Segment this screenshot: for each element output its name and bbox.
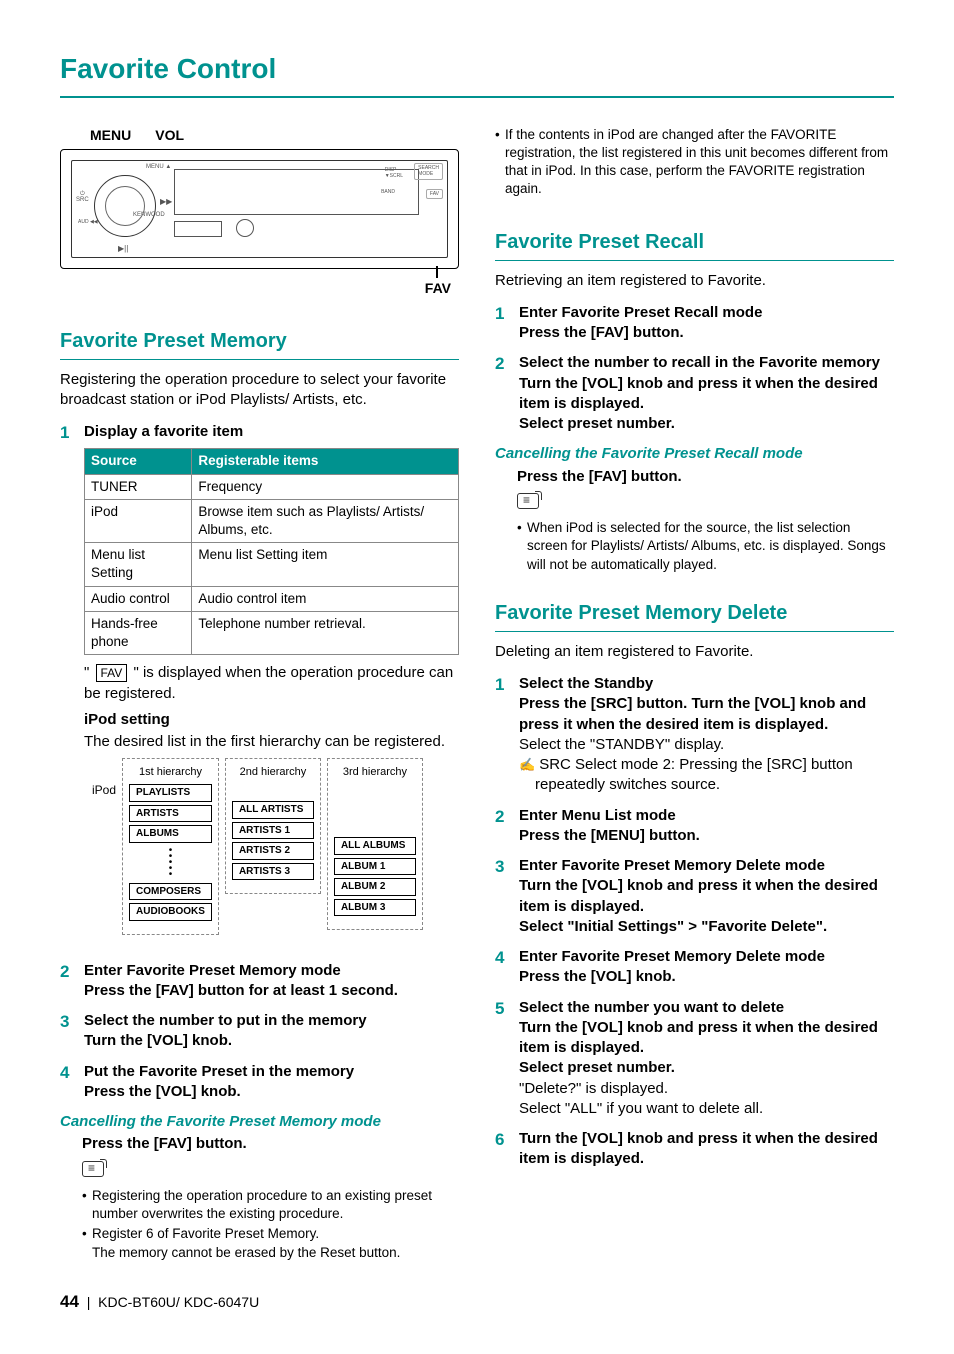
table-header-source: Source <box>85 449 192 474</box>
radio-panel-figure: ⏻SRC MENU ▲ KENWOOD AUD ◀◀ ▶▶ ▶|| SEARCH… <box>60 149 459 269</box>
delete-step-5-note1: "Delete?" is displayed. <box>519 1079 894 1099</box>
cancel-recall-heading: Cancelling the Favorite Preset Recall mo… <box>495 444 894 464</box>
step-2-action: Press the [FAV] button for at least 1 se… <box>84 981 459 1001</box>
page-title: Favorite Control <box>60 50 894 98</box>
ipod-setting-note: The desired list in the first hierarchy … <box>84 732 459 752</box>
delete-step-1-note: Select the "STANDBY" display. <box>519 735 894 755</box>
table-row: Audio controlAudio control item <box>85 586 459 611</box>
delete-step-3-action: Turn the [VOL] knob and press it when th… <box>519 876 894 917</box>
table-header-items: Registerable items <box>192 449 459 474</box>
step-2-title: Enter Favorite Preset Memory mode <box>84 961 459 981</box>
delete-step-4-action: Press the [VOL] knob. <box>519 967 894 987</box>
pencil-icon: ✍ <box>519 757 535 772</box>
memory-notes-list-continued: If the contents in iPod are changed afte… <box>495 126 894 199</box>
manual-icon <box>517 493 539 509</box>
list-item: Register 6 of Favorite Preset Memory. Th… <box>82 1225 459 1261</box>
cancel-memory-heading: Cancelling the Favorite Preset Memory mo… <box>60 1112 459 1132</box>
memory-heading: Favorite Preset Memory <box>60 328 459 360</box>
page-footer: 44 | KDC-BT60U/ KDC-6047U <box>60 1291 259 1314</box>
panel-label-menu: MENU <box>90 126 131 145</box>
memory-intro: Registering the operation procedure to s… <box>60 370 459 411</box>
delete-step-3-title: Enter Favorite Preset Memory Delete mode <box>519 856 894 876</box>
delete-step-2-action: Press the [MENU] button. <box>519 826 894 846</box>
step-number: 1 <box>60 422 76 951</box>
delete-step-5-title: Select the number you want to delete <box>519 998 894 1018</box>
delete-step-5-action: Turn the [VOL] knob and press it when th… <box>519 1018 894 1059</box>
delete-heading: Favorite Preset Memory Delete <box>495 600 894 632</box>
delete-step-1-action: Press the [SRC] button. Turn the [VOL] k… <box>519 694 894 735</box>
delete-step-1-pencil-note: ✍SRC Select mode 2: Pressing the [SRC] b… <box>519 755 894 796</box>
recall-step-2-action2: Select preset number. <box>519 414 894 434</box>
fav-indicator-box: FAV <box>96 664 128 682</box>
delete-step-6-title: Turn the [VOL] knob and press it when th… <box>519 1129 894 1170</box>
table-row: Menu list SettingMenu list Setting item <box>85 543 459 586</box>
chevron-right-icon: > <box>688 918 697 935</box>
recall-heading: Favorite Preset Recall <box>495 229 894 261</box>
delete-step-2-title: Enter Menu List mode <box>519 806 894 826</box>
source-table: Source Registerable items TUNERFrequency… <box>84 448 459 655</box>
ipod-setting-heading: iPod setting <box>84 710 459 730</box>
panel-label-fav: FAV <box>60 279 451 298</box>
left-column: MENU VOL ⏻SRC MENU ▲ KENWOOD AUD ◀◀ ▶▶ ▶… <box>60 126 459 1264</box>
delete-step-1-title: Select the Standby <box>519 674 894 694</box>
recall-step-2-action: Turn the [VOL] knob and press it when th… <box>519 374 894 415</box>
model-number: KDC-BT60U/ KDC-6047U <box>98 1294 259 1310</box>
step-4-action: Press the [VOL] knob. <box>84 1082 459 1102</box>
step-3-title: Select the number to put in the memory <box>84 1011 459 1031</box>
recall-notes-list: When iPod is selected for the source, th… <box>517 519 894 574</box>
step-3-action: Turn the [VOL] knob. <box>84 1031 459 1051</box>
delete-step-4-title: Enter Favorite Preset Memory Delete mode <box>519 947 894 967</box>
delete-step-3-action2: Select "Initial Settings" > "Favorite De… <box>519 917 894 937</box>
list-item: When iPod is selected for the source, th… <box>517 519 894 574</box>
table-row: Hands-free phoneTelephone number retriev… <box>85 611 459 654</box>
recall-intro: Retrieving an item registered to Favorit… <box>495 271 894 291</box>
delete-step-5-note2: Select "ALL" if you want to delete all. <box>519 1099 894 1119</box>
panel-label-vol: VOL <box>155 126 184 145</box>
cancel-memory-action: Press the [FAV] button. <box>82 1134 459 1154</box>
right-column: If the contents in iPod are changed afte… <box>495 126 894 1264</box>
page-number: 44 <box>60 1292 79 1311</box>
table-row: iPodBrowse item such as Playlists/ Artis… <box>85 499 459 542</box>
list-item: Registering the operation procedure to a… <box>82 1187 459 1223</box>
ipod-hierarchy-figure: iPod 1st hierarchy PLAYLISTS ARTISTS ALB… <box>92 758 459 934</box>
memory-notes-list: Registering the operation procedure to a… <box>82 1187 459 1262</box>
delete-intro: Deleting an item registered to Favorite. <box>495 642 894 662</box>
recall-step-2-title: Select the number to recall in the Favor… <box>519 353 894 373</box>
manual-icon <box>82 1161 104 1177</box>
recall-step-1-action: Press the [FAV] button. <box>519 323 894 343</box>
table-row: TUNERFrequency <box>85 474 459 499</box>
step-4-title: Put the Favorite Preset in the memory <box>84 1062 459 1082</box>
recall-step-1-title: Enter Favorite Preset Recall mode <box>519 303 894 323</box>
list-item: If the contents in iPod are changed afte… <box>495 126 894 199</box>
step-1-title: Display a favorite item <box>84 422 459 442</box>
cancel-recall-action: Press the [FAV] button. <box>517 467 894 487</box>
fav-displayed-note: " FAV " is displayed when the operation … <box>84 663 459 704</box>
delete-step-5-action2: Select preset number. <box>519 1058 894 1078</box>
